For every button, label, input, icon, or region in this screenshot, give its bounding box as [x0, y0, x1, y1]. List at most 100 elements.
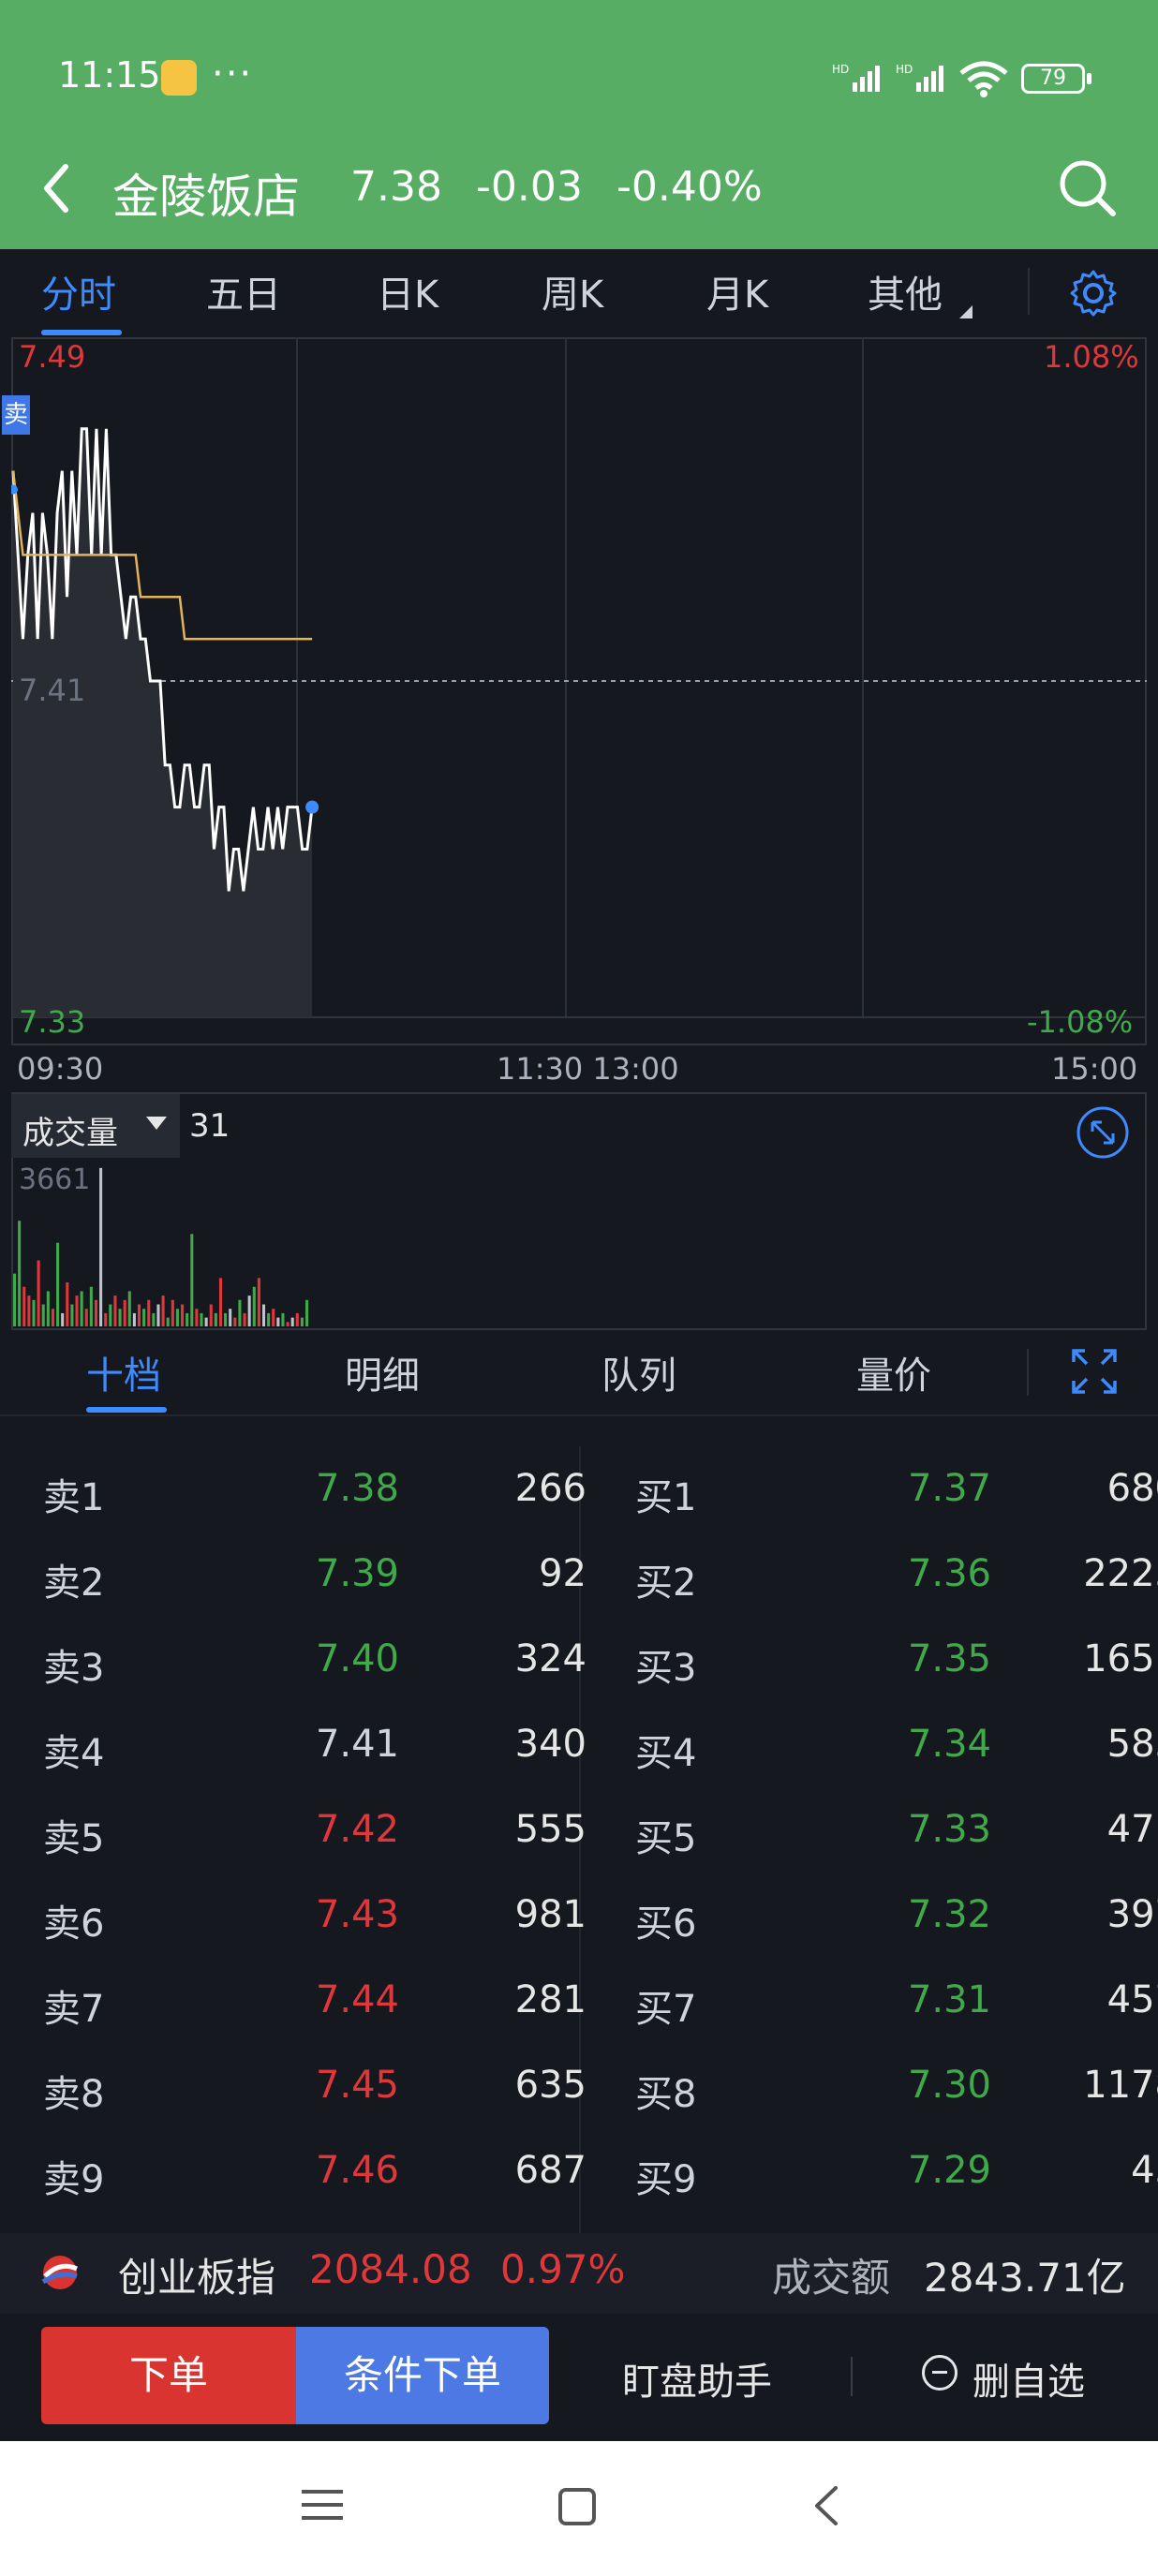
buy-row[interactable]: 买5 7.33 471 [635, 1791, 1158, 1875]
caret-icon [959, 305, 972, 318]
volume-bar [22, 1286, 26, 1326]
sell-row[interactable]: 卖5 7.42 555 [43, 1791, 586, 1875]
buy-row[interactable]: 买8 7.30 1178 [635, 2047, 1158, 2131]
sell-volume: 281 [514, 1978, 586, 2021]
nav-back-icon[interactable] [811, 2484, 839, 2527]
sell-volume: 266 [514, 1467, 586, 1510]
menu-icon[interactable] [302, 2486, 343, 2524]
remove-watchlist-button[interactable]: 删自选 [972, 2351, 1085, 2406]
buy-volume: 471 [1106, 1808, 1158, 1851]
sell-price: 7.44 [315, 1978, 399, 2021]
volume-bar [142, 1309, 146, 1326]
volume-bar [305, 1299, 309, 1326]
tab-other[interactable]: 其他 [868, 264, 943, 318]
volume-bar [80, 1291, 83, 1326]
battery-tip [1087, 73, 1091, 84]
volume-max: 3661 [19, 1163, 91, 1196]
sell-level-label: 卖4 [43, 1732, 105, 1775]
index-name: 创业板指 [118, 2255, 276, 2301]
gear-icon[interactable] [1068, 268, 1119, 318]
buy-price: 7.35 [907, 1637, 991, 1680]
sell-row[interactable]: 卖1 7.38 266 [43, 1450, 586, 1534]
volume-bar [70, 1304, 74, 1326]
buy-row[interactable]: 买3 7.35 1651 [635, 1621, 1158, 1705]
buy-row[interactable]: 买7 7.31 457 [635, 1962, 1158, 2046]
sell-row[interactable]: 卖4 7.41 340 [43, 1706, 586, 1790]
sell-row[interactable]: 卖2 7.39 92 [43, 1535, 586, 1620]
tab-weekly-k[interactable]: 周K [542, 264, 603, 318]
sell-level-label: 卖6 [43, 1902, 105, 1946]
volume-bar [295, 1312, 299, 1326]
volume-bar [46, 1291, 50, 1326]
buy-row[interactable]: 买9 7.29 43 [635, 2132, 1158, 2216]
tab-monthly-k[interactable]: 月K [706, 264, 768, 318]
sell-row[interactable]: 卖7 7.44 281 [43, 1962, 586, 2046]
volume-bar [118, 1309, 122, 1326]
tab-volume-price[interactable]: 量价 [856, 1345, 931, 1399]
back-button[interactable] [34, 155, 81, 221]
sell-price: 7.45 [315, 2064, 399, 2107]
volume-bar [161, 1295, 165, 1326]
minus-circle-icon[interactable] [922, 2355, 958, 2391]
volume-bar [13, 1273, 17, 1326]
volume-bar [300, 1317, 304, 1326]
x-tick-open: 09:30 [17, 1051, 104, 1087]
volume-bar [104, 1312, 108, 1326]
buy-row[interactable]: 买1 7.37 680 [635, 1450, 1158, 1534]
buy-row[interactable]: 买2 7.36 2223 [635, 1535, 1158, 1620]
volume-bar [252, 1286, 256, 1326]
sell-row[interactable]: 卖3 7.40 324 [43, 1621, 586, 1705]
sell-level-label: 卖2 [43, 1562, 105, 1605]
volume-bar [257, 1278, 260, 1326]
sell-row[interactable]: 卖9 7.46 687 [43, 2132, 586, 2216]
tab-five-day[interactable]: 五日 [206, 264, 281, 318]
volume-bar [127, 1291, 131, 1326]
sell-price: 7.43 [315, 1893, 399, 1936]
buy-row[interactable]: 买6 7.32 397 [635, 1876, 1158, 1961]
watch-assistant-button[interactable]: 盯盘助手 [622, 2351, 772, 2406]
volume-bar [195, 1309, 199, 1326]
expand-icon[interactable] [1076, 1105, 1130, 1160]
buy-level-label: 买5 [635, 1817, 697, 1860]
buy-level-label: 买9 [635, 2158, 697, 2201]
turnover-label: 成交额 [772, 2255, 891, 2301]
tab-queue[interactable]: 队列 [601, 1345, 676, 1399]
search-icon[interactable] [1055, 155, 1119, 219]
buy-level-label: 买6 [635, 1902, 697, 1946]
tab-details[interactable]: 明细 [345, 1345, 420, 1399]
tab-daily-k[interactable]: 日K [377, 264, 438, 318]
home-icon[interactable] [558, 2488, 596, 2525]
sell-row[interactable]: 卖8 7.45 635 [43, 2047, 586, 2131]
y-axis-high-pct: 1.08% [1044, 339, 1139, 375]
index-value: 2084.08 [309, 2246, 472, 2292]
y-axis-low: 7.33 [19, 1004, 86, 1040]
volume-bar [171, 1299, 174, 1326]
tab-intraday[interactable]: 分时 [41, 264, 116, 318]
chevron-down-icon [146, 1117, 167, 1130]
buy-row[interactable]: 买4 7.34 583 [635, 1706, 1158, 1790]
volume-label: 成交量 [22, 1115, 118, 1152]
stock-change: -0.03 [476, 163, 583, 211]
index-change-pct: 0.97% [500, 2246, 626, 2292]
volume-bar [123, 1299, 126, 1326]
sell-row[interactable]: 卖6 7.43 981 [43, 1876, 586, 1961]
volume-bar [281, 1312, 285, 1326]
buy-level-label: 买1 [635, 1476, 697, 1519]
conditional-order-button[interactable]: 条件下单 [296, 2327, 549, 2424]
fullscreen-icon[interactable] [1070, 1347, 1119, 1396]
volume-bar [99, 1167, 103, 1326]
place-order-button[interactable]: 下单 [41, 2327, 296, 2424]
divider [851, 2357, 853, 2396]
tab-ten-levels[interactable]: 十档 [86, 1345, 161, 1399]
buy-volume: 1651 [1083, 1637, 1158, 1680]
sell-volume: 555 [514, 1808, 586, 1851]
volume-bar [190, 1234, 194, 1326]
y-axis-low-pct: -1.08% [1027, 1004, 1134, 1040]
notification-icon [161, 60, 197, 96]
stock-change-pct: -0.40% [616, 163, 763, 211]
sell-marker[interactable]: 卖 [2, 395, 30, 435]
volume-bar [290, 1317, 294, 1326]
buy-level-label: 买2 [635, 1562, 697, 1605]
buy-level-label: 买8 [635, 2073, 697, 2116]
sell-volume: 92 [539, 1552, 586, 1595]
